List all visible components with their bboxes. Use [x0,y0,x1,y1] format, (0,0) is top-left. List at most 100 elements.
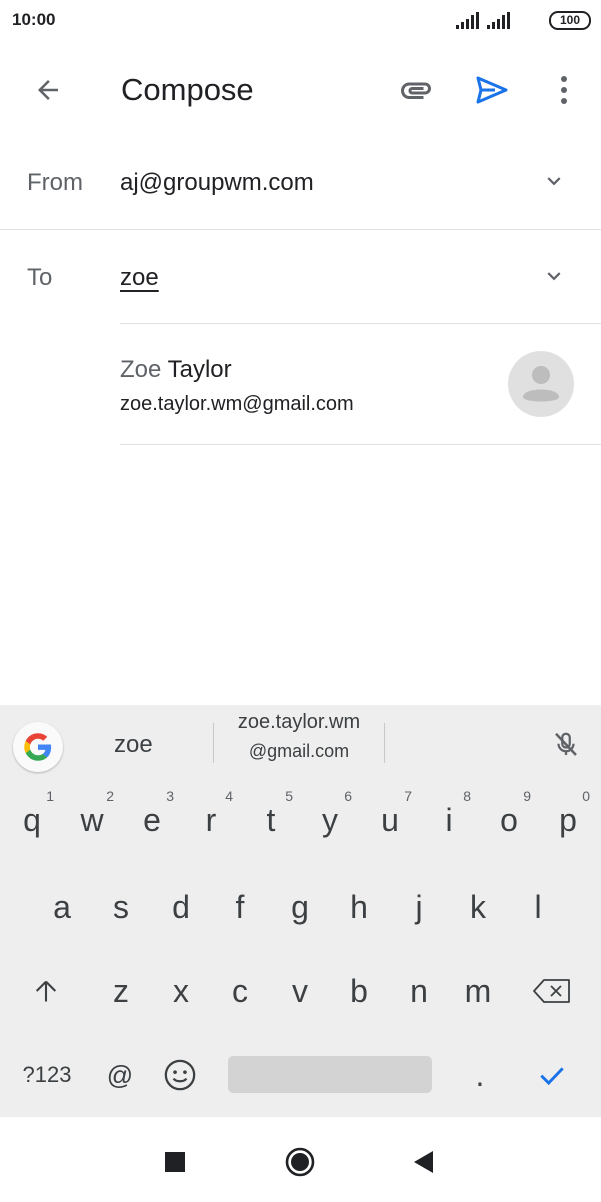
suggestion-center-line1[interactable]: zoe.taylor.wm [214,711,384,734]
key-hint: 7 [404,788,412,804]
google-button[interactable] [13,722,63,772]
page-title: Compose [121,72,254,107]
backspace-key[interactable] [524,955,580,1027]
key-hint: 3 [166,788,174,804]
shift-key[interactable] [18,955,74,1027]
key-k[interactable]: k [450,871,506,943]
suggestion-last-name: Taylor [161,356,232,383]
key-label: r [205,801,217,838]
shift-arrow-icon [35,980,57,1002]
key-label: y [322,801,338,838]
more-vert-icon [561,76,567,104]
key-label: i [445,801,453,838]
key-a[interactable]: a [34,871,90,943]
key-label: t [266,801,276,838]
key-g[interactable]: g [272,871,328,943]
key-r[interactable]: r4 [183,784,239,856]
key-b[interactable]: b [331,955,387,1027]
key-y[interactable]: y6 [302,784,358,856]
key-label: q [23,801,41,838]
enter-key[interactable] [524,1039,580,1111]
emoji-key[interactable] [152,1039,208,1111]
google-logo-icon [24,733,52,761]
keyboard: zoe zoe.taylor.wm @gmail.com q1 w2 e3 r4… [0,705,601,1117]
status-time: 10:00 [12,10,56,29]
navigation-bar [0,1117,601,1202]
key-z[interactable]: z [93,955,149,1027]
suggestion-name: Zoe Taylor [120,356,232,384]
person-icon [523,366,559,402]
space-key[interactable] [228,1056,432,1093]
signal-icon [487,12,510,29]
from-row[interactable]: From aj@groupwm.com [0,136,601,230]
recents-button[interactable] [150,1137,200,1187]
paperclip-icon [401,82,431,99]
key-hint: 4 [225,788,233,804]
to-label: To [27,264,53,291]
attach-button[interactable] [392,66,440,114]
to-row[interactable]: To zoe [0,230,601,324]
key-n[interactable]: n [391,955,447,1027]
mic-off-button[interactable] [544,723,588,767]
key-hint: 0 [582,788,590,804]
key-p[interactable]: p0 [540,784,596,856]
send-button[interactable] [468,66,516,114]
key-label: o [500,801,518,838]
to-expand-button[interactable] [532,254,576,298]
symbols-key[interactable]: ?123 [14,1039,80,1111]
key-m[interactable]: m [450,955,506,1027]
key-hint: 8 [463,788,471,804]
back-nav-button[interactable] [398,1137,448,1187]
key-q[interactable]: q1 [4,784,60,856]
backspace-icon [533,979,570,1003]
key-w[interactable]: w2 [64,784,120,856]
key-h[interactable]: h [331,871,387,943]
home-button[interactable] [275,1137,325,1187]
key-d[interactable]: d [153,871,209,943]
period-key[interactable]: . [452,1039,508,1111]
key-t[interactable]: t5 [243,784,299,856]
suggestion-separator [384,723,385,763]
checkmark-icon [540,1067,564,1086]
key-f[interactable]: f [212,871,268,943]
key-hint: 1 [46,788,54,804]
divider [120,444,601,445]
more-options-button[interactable] [540,66,588,114]
key-label: u [381,801,399,838]
suggestion-left[interactable]: zoe [114,731,153,759]
to-input[interactable]: zoe [120,264,159,292]
suggestion-first-name: Zoe [120,356,162,383]
key-hint: 6 [344,788,352,804]
key-s[interactable]: s [93,871,149,943]
from-value: aj@groupwm.com [120,169,314,196]
key-hint: 9 [523,788,531,804]
suggestion-strip: zoe zoe.taylor.wm @gmail.com [0,705,601,779]
arrow-back-icon [38,80,58,100]
from-label: From [27,169,83,196]
avatar [508,351,574,417]
mic-off-icon [555,732,577,756]
key-i[interactable]: i8 [421,784,477,856]
chevron-down-icon [547,272,561,281]
signal-icon [456,12,479,29]
emoji-icon [164,1059,196,1091]
triangle-back-icon [414,1151,433,1173]
key-v[interactable]: v [272,955,328,1027]
key-o[interactable]: o9 [481,784,537,856]
battery-indicator: 100 [549,11,591,30]
app-bar: Compose [0,44,601,136]
key-hint: 2 [106,788,114,804]
key-x[interactable]: x [153,955,209,1027]
suggestion-center-line2[interactable]: @gmail.com [214,741,384,762]
square-icon [165,1152,185,1172]
key-label: e [143,801,161,838]
send-icon [476,76,508,104]
key-j[interactable]: j [391,871,447,943]
from-expand-button[interactable] [532,159,576,203]
key-u[interactable]: u7 [362,784,418,856]
at-key[interactable]: @ [92,1039,148,1111]
key-l[interactable]: l [510,871,566,943]
key-c[interactable]: c [212,955,268,1027]
key-e[interactable]: e3 [124,784,180,856]
back-button[interactable] [24,66,72,114]
